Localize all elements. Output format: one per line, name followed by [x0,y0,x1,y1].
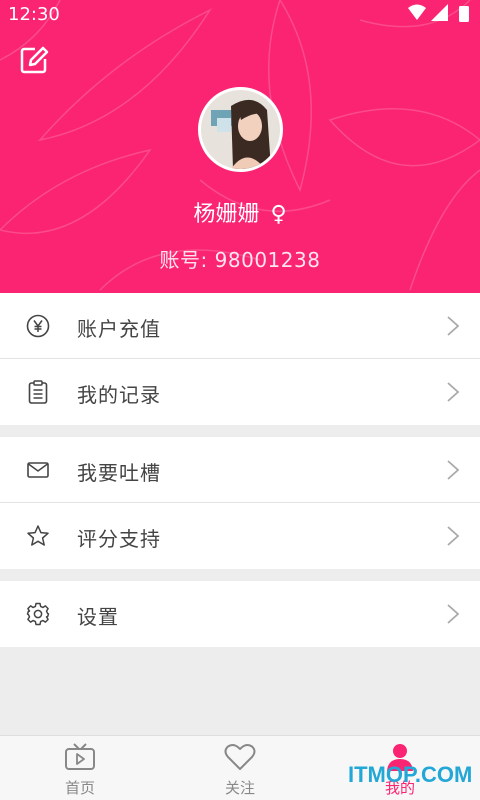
account-row: 账号: 98001238 [0,244,480,273]
menu-label-settings: 设置 [77,605,119,629]
menu-label-records: 我的记录 [77,383,161,407]
chevron-right-icon [447,460,460,480]
tab-home[interactable]: 首页 [0,736,160,800]
chevron-right-icon [447,316,460,336]
menu-item-records[interactable]: 我的记录 [0,359,480,425]
menu-item-rate[interactable]: 评分支持 [0,503,480,569]
menu-group-account: 账户充值 我的记录 [0,293,480,425]
menu-item-recharge[interactable]: 账户充值 [0,293,480,359]
menu-label-recharge: 账户充值 [77,317,161,341]
username-row: 杨姗姗 ♀ [0,196,480,228]
tab-follow[interactable]: 关注 [160,736,320,800]
wifi-icon [408,4,426,20]
chevron-right-icon [447,382,460,402]
clipboard-icon [28,380,48,404]
account-number: 98001238 [214,248,321,272]
menu-item-complaint[interactable]: 我要吐槽 [0,437,480,503]
signal-icon [431,4,448,21]
edit-profile-button[interactable] [18,44,50,76]
menu-label-complaint: 我要吐槽 [77,461,161,485]
menu-group-settings: 设置 [0,581,480,647]
gear-icon [26,602,50,626]
tab-label-home: 首页 [64,779,95,797]
tab-label-follow: 关注 [224,779,255,797]
female-gender-icon: ♀ [270,202,287,227]
status-bar: 12:30 [0,0,480,28]
chevron-right-icon [447,526,460,546]
tv-icon [65,743,95,770]
status-icons [408,4,469,22]
heart-icon [224,743,256,770]
menu-group-feedback: 我要吐槽 评分支持 [0,437,480,569]
mail-icon [27,462,49,478]
watermark: ITMOP.COM [348,762,473,787]
username: 杨姗姗 [193,202,260,227]
avatar-image [201,90,280,169]
edit-icon [20,46,49,74]
account-label: 账号: [159,248,208,272]
battery-icon [459,6,469,22]
menu-item-settings[interactable]: 设置 [0,581,480,647]
yen-icon [26,314,50,338]
status-time: 12:30 [8,4,60,25]
star-icon [27,525,49,546]
profile-header: 12:30 杨姗姗 ♀ 账号: 98001238 [0,0,480,293]
avatar[interactable] [198,87,283,172]
menu-label-rate: 评分支持 [77,527,161,551]
chevron-right-icon [447,604,460,624]
